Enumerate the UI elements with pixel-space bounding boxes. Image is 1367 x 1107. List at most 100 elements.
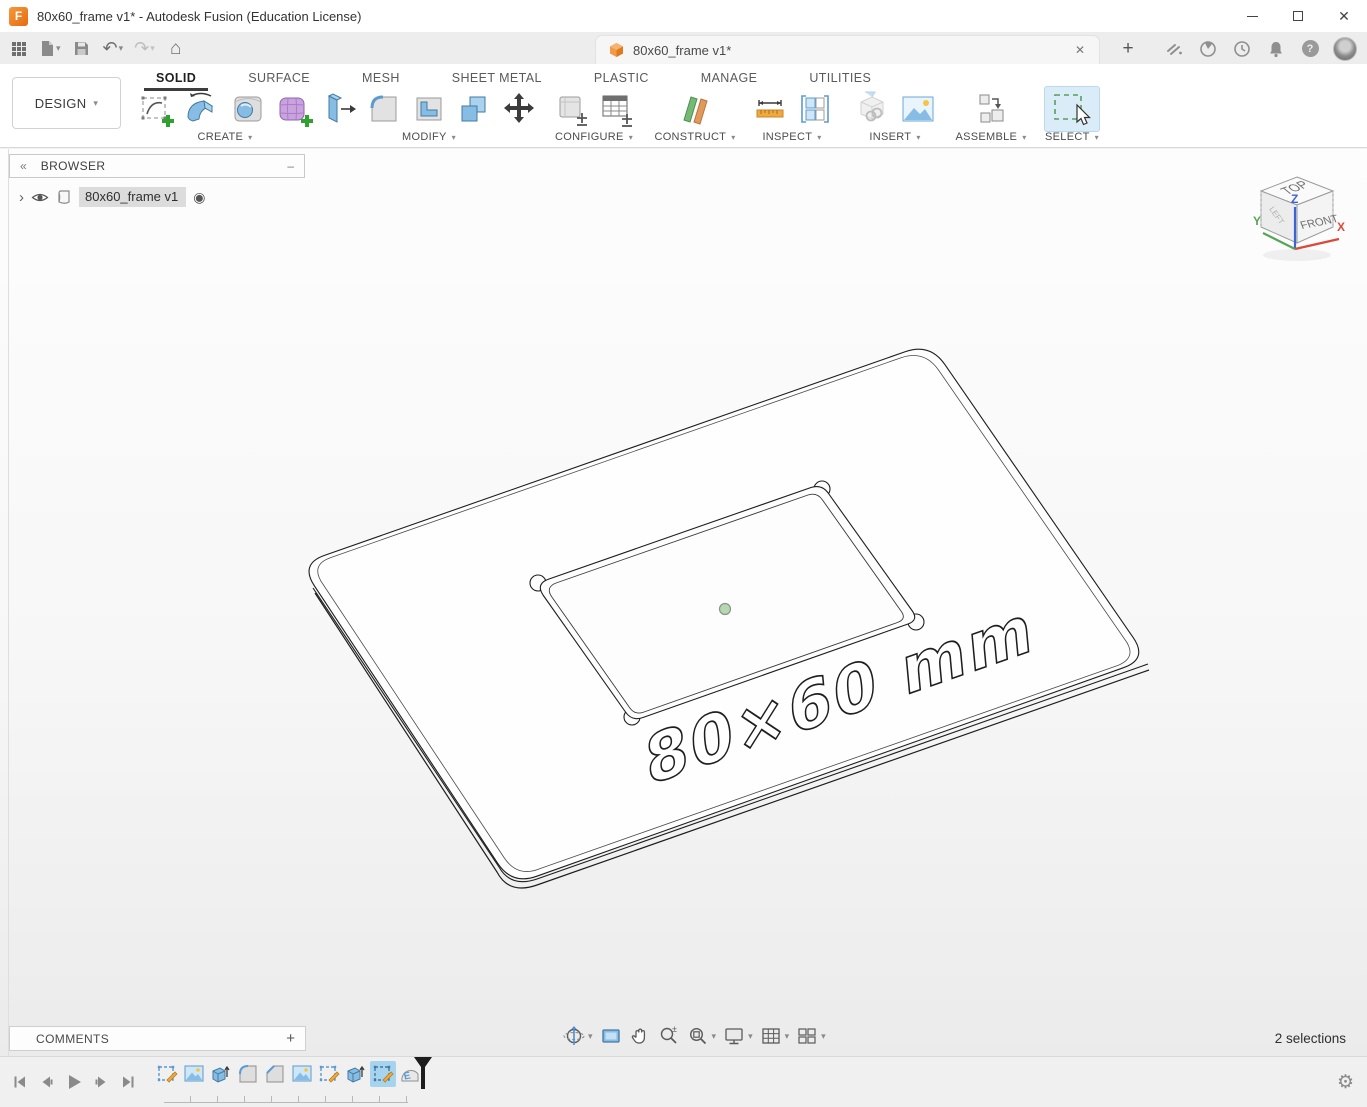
display-settings-button[interactable]: ▾ [723,1025,753,1047]
comments-panel[interactable]: COMMENTS + [9,1026,306,1051]
new-design-button[interactable]: ▾ [37,36,64,62]
orbit-button[interactable]: ▾ [563,1025,593,1047]
tab-close-button[interactable]: ✕ [1069,41,1091,59]
grid-icon [761,1028,780,1044]
construct-plane-button[interactable] [674,89,716,129]
press-pull-button[interactable] [319,89,359,129]
measure-button[interactable] [750,89,790,129]
minimize-button[interactable] [1229,0,1275,33]
timeline-feature-sketch-selected[interactable] [370,1061,396,1087]
new-tab-button[interactable]: + [1113,33,1143,64]
close-icon: ✕ [1338,7,1350,24]
axis-x-label: X [1337,220,1345,234]
viewports-button[interactable]: ▾ [796,1025,826,1047]
tab-plastic[interactable]: PLASTIC [568,71,675,85]
timeline-feature-chamfer[interactable] [262,1061,288,1087]
workspace-selector[interactable]: DESIGN ▾ [12,77,121,129]
home-button[interactable]: ⌂ [163,36,189,62]
maximize-button[interactable] [1275,0,1321,33]
panel-assemble-label[interactable]: ASSEMBLE ▾ [955,131,1026,143]
chevron-down-icon: ▾ [248,132,253,142]
move-button[interactable] [499,89,539,129]
step-back-button[interactable] [37,1072,57,1092]
help-button[interactable]: ? [1299,38,1321,60]
model-3d-view[interactable]: 80×60 mm [0,149,1367,1056]
user-avatar[interactable] [1333,36,1357,61]
timeline-feature-canvas[interactable] [289,1061,315,1087]
panel-insert-label[interactable]: INSERT ▾ [869,131,920,143]
history-button[interactable] [1231,38,1253,60]
look-at-button[interactable] [600,1025,622,1047]
combine-button[interactable] [454,89,494,129]
panel-select-label[interactable]: SELECT ▾ [1045,131,1099,143]
insert-derive-button[interactable] [852,89,892,129]
configuration-table-button[interactable] [597,89,637,129]
skip-to-end-button[interactable] [118,1072,138,1092]
fit-button[interactable]: ▾ [687,1025,716,1047]
panel-construct: CONSTRUCT ▾ [651,88,739,146]
configuration-button[interactable] [552,89,592,129]
collapse-panel-icon[interactable]: « [20,159,27,173]
app-grid-button[interactable] [6,36,32,62]
fit-icon [689,1027,706,1045]
panel-construct-label[interactable]: CONSTRUCT ▾ [654,131,735,143]
notifications-button[interactable] [1265,38,1287,60]
tab-sheet-metal[interactable]: SHEET METAL [426,71,568,85]
shell-button[interactable] [409,89,449,129]
new-component-button[interactable] [971,89,1011,129]
hole-button[interactable] [228,89,268,129]
timeline-feature-fillet[interactable] [235,1061,261,1087]
minimize-panel-icon[interactable]: – [287,159,294,173]
grid-settings-button[interactable]: ▾ [760,1025,789,1047]
timeline-settings-button[interactable]: ⚙ [1337,1071,1354,1094]
sketch-point[interactable] [718,602,732,616]
add-comment-button[interactable]: + [286,1030,295,1047]
fillet-button[interactable] [364,89,404,129]
skip-to-start-button[interactable] [10,1072,30,1092]
viewport-canvas[interactable]: 80×60 mm « BROWSER – › 80x60_frame v1 ◉ [0,149,1367,1056]
panel-configure-label[interactable]: CONFIGURE ▾ [555,131,633,143]
visibility-eye-icon[interactable] [31,191,49,204]
tab-utilities[interactable]: UTILITIES [783,71,897,85]
redo-button[interactable]: ↷ ▾ [131,36,158,62]
revolve-button[interactable] [181,89,223,129]
tab-mesh[interactable]: MESH [336,71,426,85]
extensions-button[interactable] [1197,38,1219,60]
extrude-feature-icon [212,1065,230,1083]
timeline-feature-extrude[interactable] [343,1061,369,1087]
ribbon-tabs: SOLID SURFACE MESH SHEET METAL PLASTIC M… [130,67,897,91]
panel-inspect-label[interactable]: INSPECT ▾ [762,131,821,143]
hole-icon [234,96,261,122]
tab-solid[interactable]: SOLID [130,71,222,91]
component-name[interactable]: 80x60_frame v1 [79,187,187,207]
select-tool-button[interactable] [1044,86,1100,132]
tab-surface[interactable]: SURFACE [222,71,336,85]
timeline-feature-canvas[interactable] [181,1061,207,1087]
select-icon [1054,94,1091,126]
activate-component-icon[interactable]: ◉ [193,189,205,206]
expand-chevron-icon[interactable]: › [19,189,24,206]
document-tab[interactable]: 80x60_frame v1* ✕ [595,35,1100,64]
browser-tree-item[interactable]: › 80x60_frame v1 ◉ [19,187,305,207]
job-status-button[interactable] [1163,38,1185,60]
create-form-button[interactable] [273,89,315,129]
section-analysis-button[interactable] [795,89,835,129]
timeline-feature-sketch[interactable] [316,1061,342,1087]
timeline-feature-extrude[interactable] [208,1061,234,1087]
undo-button[interactable]: ↶ ▾ [100,36,127,62]
view-cube[interactable]: TOP LEFT FRONT Z X Y [1249,167,1345,265]
panel-create-label[interactable]: CREATE ▾ [198,131,253,143]
close-button[interactable]: ✕ [1321,0,1367,33]
zoom-button[interactable]: ± [658,1025,680,1047]
create-sketch-button[interactable] [136,89,176,129]
save-button[interactable] [69,36,95,62]
insert-canvas-button[interactable] [897,89,939,129]
timeline-feature-sketch[interactable] [154,1061,180,1087]
tab-manage[interactable]: MANAGE [675,71,784,85]
timeline-playhead[interactable] [412,1055,434,1096]
panel-modify-label[interactable]: MODIFY ▾ [402,131,456,143]
play-button[interactable] [64,1072,84,1092]
pan-button[interactable] [629,1025,651,1047]
browser-header[interactable]: « BROWSER – [9,154,305,178]
step-forward-button[interactable] [91,1072,111,1092]
